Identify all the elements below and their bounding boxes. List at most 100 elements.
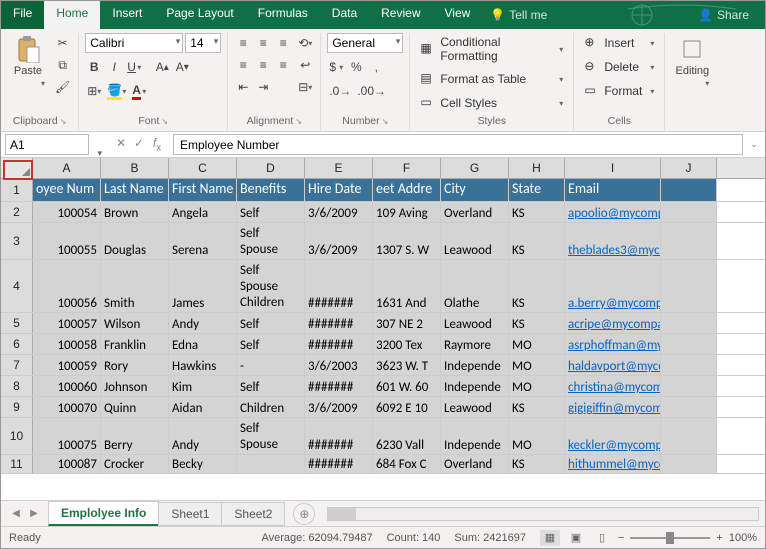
select-all-button[interactable] (1, 158, 33, 178)
col-header-H[interactable]: H (509, 158, 565, 178)
cell[interactable]: Independe (441, 376, 509, 396)
copy-button[interactable]: ⧉ (53, 55, 72, 75)
cell[interactable]: haldavport@mycom (565, 355, 661, 375)
cell[interactable] (661, 455, 717, 473)
cell[interactable]: apoolio@mycompan (565, 202, 661, 222)
merge-button[interactable]: ⊟▾ (296, 77, 314, 97)
sheet-tab-2[interactable]: Sheet2 (221, 502, 285, 526)
cell[interactable]: a.berry@mycompan (565, 260, 661, 312)
tab-insert[interactable]: Insert (100, 1, 154, 29)
cell[interactable] (661, 376, 717, 396)
tab-file[interactable]: File (1, 1, 44, 29)
format-cells[interactable]: ▭Format▾ (580, 81, 658, 101)
cell[interactable]: Franklin (101, 334, 169, 354)
cell[interactable]: hithummel@mycom (565, 455, 661, 473)
increase-decimal[interactable]: .0→ (327, 81, 353, 101)
fx-button[interactable]: fx (149, 136, 165, 153)
cell[interactable]: Email (565, 179, 661, 201)
cell[interactable]: Crocker (101, 455, 169, 473)
row-header[interactable]: 5 (1, 313, 33, 333)
cell[interactable]: 100057 (33, 313, 101, 333)
cell[interactable]: 100070 (33, 397, 101, 417)
cell[interactable]: ####### (305, 418, 373, 454)
cell[interactable]: Self (237, 313, 305, 333)
cell[interactable]: Overland (441, 455, 509, 473)
name-box[interactable] (5, 134, 89, 155)
cell[interactable]: 100054 (33, 202, 101, 222)
number-format-select[interactable] (327, 33, 403, 53)
cell[interactable] (661, 179, 717, 201)
cell[interactable]: Smith (101, 260, 169, 312)
cell[interactable]: keckler@mycompan (565, 418, 661, 454)
cell[interactable]: James (169, 260, 237, 312)
cell[interactable] (661, 418, 717, 454)
cell[interactable]: Self (237, 376, 305, 396)
cell[interactable]: Andy (169, 418, 237, 454)
cell[interactable] (661, 313, 717, 333)
cell[interactable]: 601 W. 60 (373, 376, 441, 396)
col-header-A[interactable]: A (33, 158, 101, 178)
cell[interactable]: Johnson (101, 376, 169, 396)
delete-cells[interactable]: ⊖Delete▾ (580, 57, 658, 77)
currency-button[interactable]: $▾ (327, 57, 345, 77)
cell[interactable]: Aidan (169, 397, 237, 417)
align-right[interactable]: ≡ (274, 55, 292, 75)
col-header-G[interactable]: G (441, 158, 509, 178)
tell-me[interactable]: 💡Tell me (482, 8, 555, 22)
row-header[interactable]: 2 (1, 202, 33, 222)
percent-button[interactable]: % (347, 57, 365, 77)
number-dialog[interactable]: ↘ (382, 117, 389, 126)
insert-cells[interactable]: ⊕Insert▾ (580, 33, 658, 53)
align-top[interactable]: ≡ (234, 33, 252, 53)
new-sheet-button[interactable]: ⊕ (293, 503, 315, 525)
cell[interactable]: 3/6/2003 (305, 355, 373, 375)
align-center[interactable]: ≡ (254, 55, 272, 75)
sheet-nav-prev[interactable]: ◀ (7, 508, 25, 519)
cell[interactable]: KS (509, 202, 565, 222)
view-normal[interactable]: ▦ (540, 530, 560, 546)
expand-formula-bar[interactable]: ⌄ (747, 139, 761, 150)
cell[interactable]: 6092 E 10 (373, 397, 441, 417)
row-header[interactable]: 4 (1, 260, 33, 312)
cell[interactable]: KS (509, 455, 565, 473)
cell[interactable]: Serena (169, 223, 237, 259)
cell[interactable]: Angela (169, 202, 237, 222)
orientation-button[interactable]: ⟲▾ (296, 33, 314, 53)
tab-formulas[interactable]: Formulas (246, 1, 320, 29)
cell[interactable]: gigigiffin@mycompa (565, 397, 661, 417)
zoom-slider[interactable] (630, 537, 710, 539)
row-header[interactable]: 7 (1, 355, 33, 375)
cell[interactable]: Children (237, 397, 305, 417)
view-page-break[interactable]: ▯ (592, 530, 612, 546)
row-header[interactable]: 8 (1, 376, 33, 396)
cell[interactable]: 100087 (33, 455, 101, 473)
cell[interactable]: 3/6/2009 (305, 202, 373, 222)
cell[interactable]: Wilson (101, 313, 169, 333)
cell[interactable]: 1307 S. W (373, 223, 441, 259)
conditional-formatting[interactable]: ▦Conditional Formatting▾ (416, 33, 567, 65)
cell[interactable]: Self (237, 334, 305, 354)
cell[interactable]: Berry (101, 418, 169, 454)
tab-review[interactable]: Review (369, 1, 432, 29)
cell[interactable] (661, 334, 717, 354)
cell[interactable]: Benefits (237, 179, 305, 201)
cell[interactable]: asrphoffman@myco (565, 334, 661, 354)
clipboard-dialog[interactable]: ↘ (60, 117, 67, 126)
decrease-font-button[interactable]: A▾ (173, 57, 191, 77)
cell[interactable]: theblades3@mycom (565, 223, 661, 259)
cell[interactable]: ####### (305, 260, 373, 312)
sheet-nav-next[interactable]: ▶ (25, 508, 43, 519)
align-bottom[interactable]: ≡ (274, 33, 292, 53)
cell[interactable]: Edna (169, 334, 237, 354)
font-color-button[interactable]: A▾ (130, 81, 148, 101)
col-header-C[interactable]: C (169, 158, 237, 178)
decrease-decimal[interactable]: .00→ (355, 81, 388, 101)
cell[interactable]: Self Spouse (237, 223, 305, 259)
wrap-text-button[interactable]: ↩ (296, 55, 314, 75)
cell[interactable]: MO (509, 334, 565, 354)
cell[interactable]: 307 NE 2 (373, 313, 441, 333)
increase-font-button[interactable]: A▴ (153, 57, 171, 77)
cell[interactable]: KS (509, 223, 565, 259)
cut-button[interactable]: ✂ (53, 33, 72, 53)
cell-styles[interactable]: ▭Cell Styles▾ (416, 93, 567, 113)
